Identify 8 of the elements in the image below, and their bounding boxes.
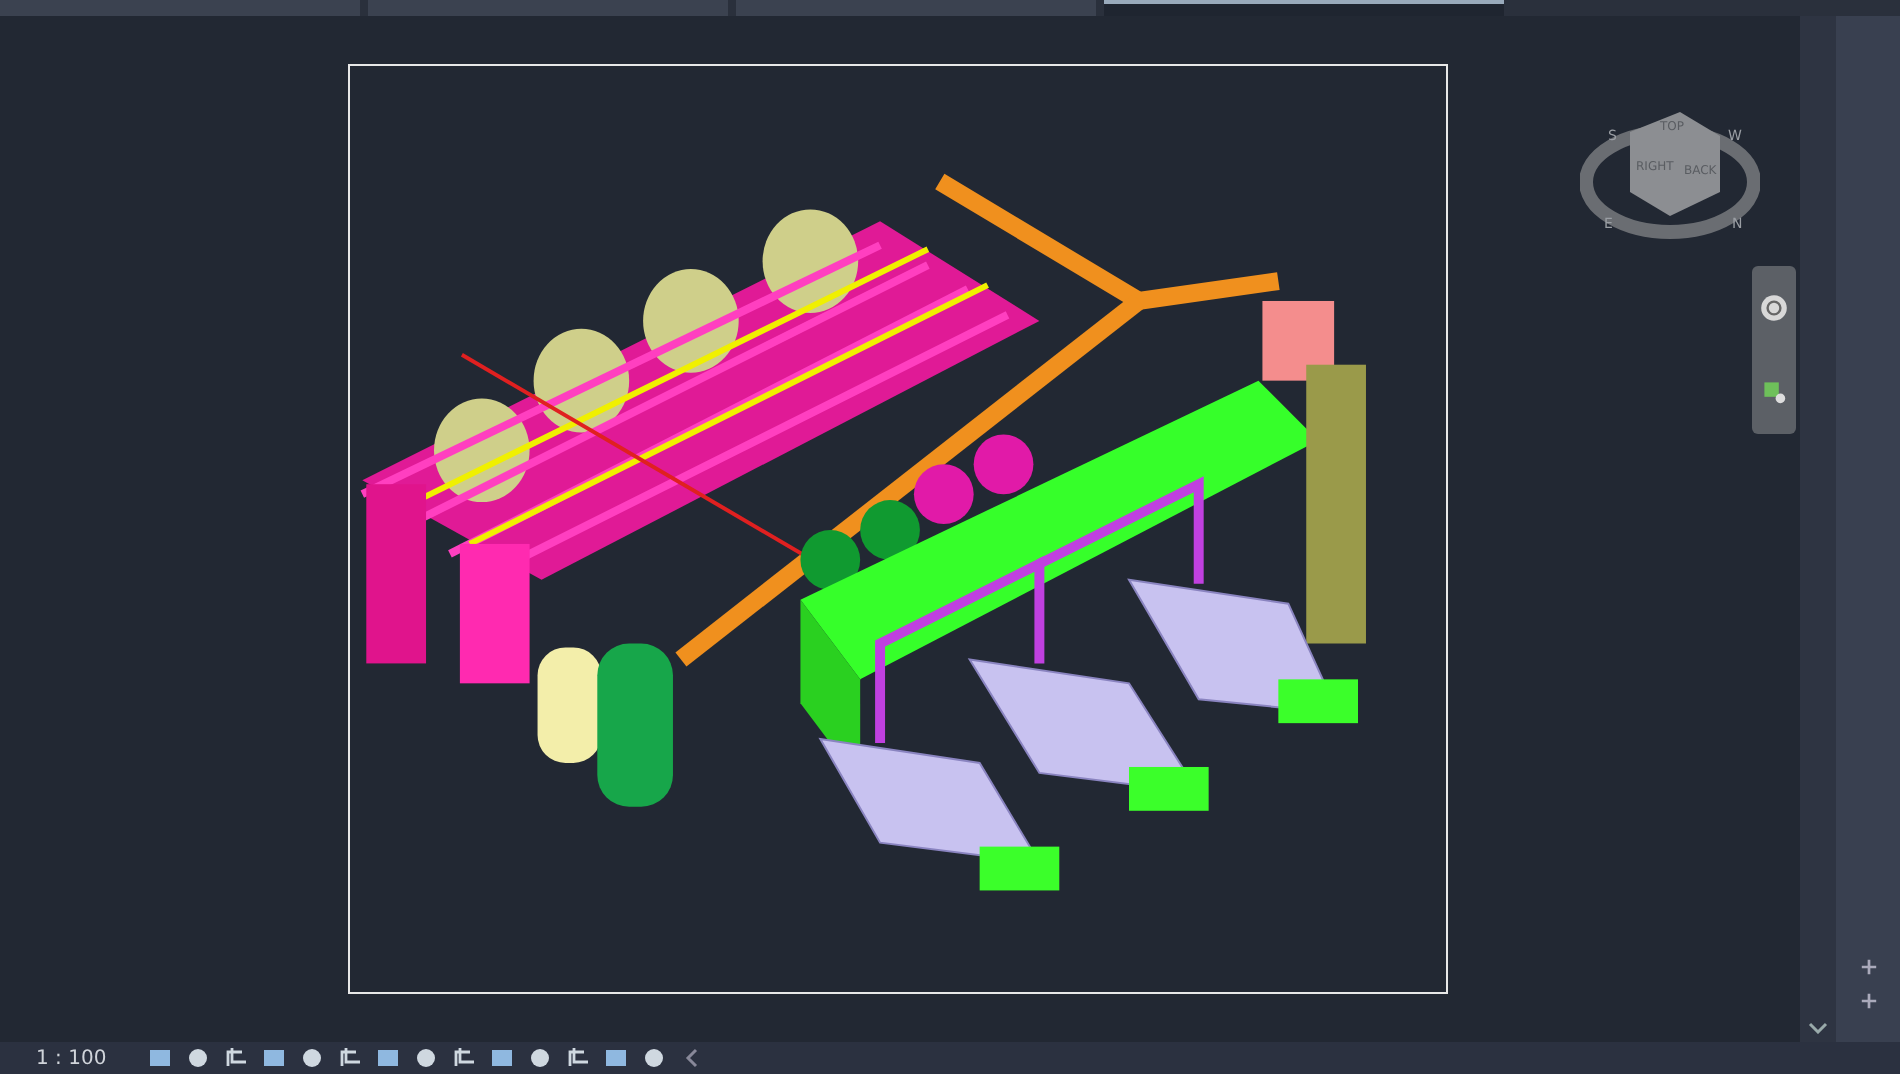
- plus-icon[interactable]: [1859, 992, 1877, 1010]
- vertical-scrollbar[interactable]: [1800, 16, 1836, 1042]
- pan-zoom-icon[interactable]: [1758, 376, 1790, 408]
- steering-wheel-icon[interactable]: [1758, 292, 1790, 324]
- document-tab[interactable]: [1104, 0, 1504, 16]
- chevron-down-icon[interactable]: [1808, 1022, 1828, 1034]
- plus-icon[interactable]: [1859, 958, 1877, 976]
- view-scale[interactable]: 1 : 100: [36, 1047, 107, 1069]
